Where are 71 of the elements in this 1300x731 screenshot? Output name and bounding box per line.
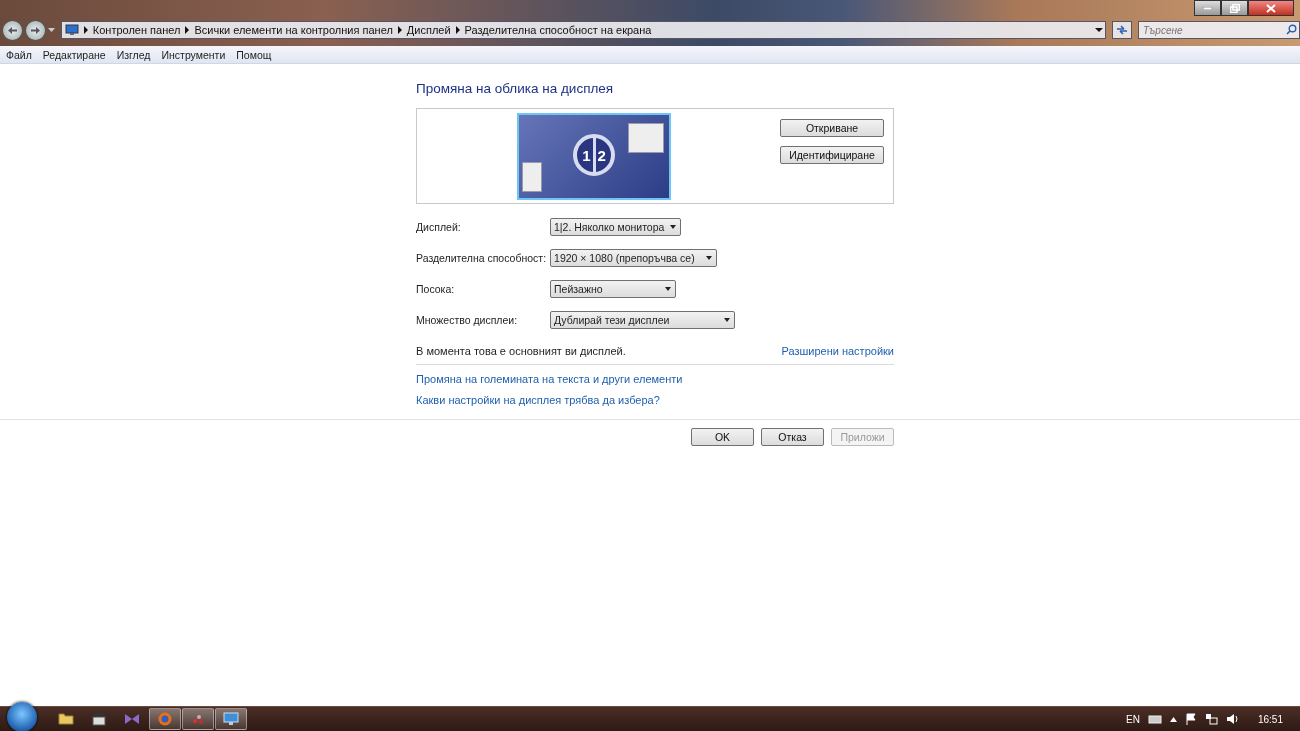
clock[interactable]: 16:51 <box>1257 713 1283 725</box>
menu-item[interactable]: Инструменти <box>161 48 226 61</box>
breadcrumb-item[interactable]: Контролен панел <box>92 24 181 36</box>
monitor-number: 1 <box>581 146 592 164</box>
dropdown-arrow-icon <box>724 318 730 322</box>
menu-item[interactable]: Изглед <box>116 48 151 61</box>
folder-icon <box>58 711 74 727</box>
address-bar[interactable]: Контролен панел Всички елементи на контролния панел Дисплей Разделителна способност на екрана <box>60 21 1107 39</box>
breadcrumb-arrow-icon[interactable] <box>185 26 190 34</box>
bowtie-icon <box>124 711 140 727</box>
search-field[interactable]: Търсене <box>1138 21 1300 39</box>
help-link[interactable]: Промяна на големината на текста и други елементи <box>416 373 683 385</box>
close-button[interactable] <box>1248 0 1294 16</box>
ok-button[interactable]: OK <box>691 428 754 446</box>
breadcrumb-arrow-icon[interactable] <box>83 26 88 34</box>
caret-icon[interactable] <box>47 28 55 32</box>
advanced-settings-link[interactable]: Разширени настройки <box>781 345 894 357</box>
dropdown-arrow-icon <box>670 225 677 229</box>
right-arrow-icon <box>29 25 41 35</box>
dropdown[interactable]: Пейзажно <box>550 280 676 298</box>
breadcrumb-arrow-icon[interactable] <box>397 26 402 34</box>
breadcrumb-arrow-icon[interactable] <box>455 26 460 34</box>
up-arrow-icon[interactable] <box>1169 716 1177 722</box>
breadcrumb-item[interactable]: Разделителна способност на екрана <box>464 24 652 36</box>
menu-item[interactable]: Помощ <box>236 48 272 61</box>
search-icon <box>1286 24 1297 35</box>
help-link[interactable]: Какви настройки на дисплея трябва да избера? <box>416 394 660 406</box>
monitor-icon <box>64 24 79 36</box>
dropdown[interactable]: 1|2. Няколко монитора <box>550 218 682 236</box>
language-indicator[interactable]: EN <box>1126 713 1140 725</box>
back-button[interactable] <box>2 19 23 41</box>
window-thumbnail <box>522 162 542 192</box>
network-icon[interactable] <box>1204 713 1218 725</box>
detect-button[interactable]: Откриване <box>780 119 884 137</box>
setting-label: Разделителна способност: <box>416 252 548 264</box>
identify-button[interactable]: Идентифициране <box>780 146 884 164</box>
arrows-icon <box>1116 25 1129 35</box>
monitor-drawing[interactable]: 1 2 <box>517 113 671 200</box>
setting-label: Посока: <box>416 283 456 295</box>
menu-item[interactable]: Редактиране <box>42 48 106 61</box>
setting-label: Дисплей: <box>416 221 462 233</box>
flag-icon[interactable] <box>1184 713 1197 725</box>
setting-label: Множество дисплеи: <box>416 314 519 326</box>
forward-button[interactable] <box>24 19 46 41</box>
dropdown[interactable]: 1920 × 1080 (препоръчва се) <box>550 249 718 267</box>
dropdown-arrow-icon <box>706 256 713 260</box>
maximize-button[interactable] <box>1221 0 1248 16</box>
minimize-icon <box>1203 6 1212 10</box>
globe-icon <box>157 711 173 727</box>
minimize-button[interactable] <box>1194 0 1221 16</box>
keyboard-icon[interactable] <box>1147 714 1162 724</box>
close-icon <box>1266 3 1276 13</box>
left-arrow-icon <box>6 25 18 35</box>
refresh-button[interactable] <box>1112 21 1132 39</box>
monitor-number: 2 <box>596 146 607 164</box>
monitor-icon <box>223 711 239 727</box>
speaker-icon[interactable] <box>1225 713 1240 725</box>
breadcrumb-item[interactable]: Дисплей <box>406 24 451 36</box>
dropdown-arrow-icon <box>665 287 671 291</box>
breadcrumb-item[interactable]: Всички елементи на контролния панел <box>194 24 393 36</box>
start-button[interactable] <box>7 702 37 731</box>
restore-icon <box>1229 3 1240 13</box>
page-heading: Промяна на облика на дисплея <box>416 81 615 98</box>
dropdown-caret-icon[interactable] <box>1093 25 1106 35</box>
cancel-button[interactable]: Отказ <box>761 428 824 446</box>
status-text: В момента това е основният ви дисплей. <box>416 345 626 357</box>
taskbar-button[interactable] <box>215 708 247 730</box>
dropdown[interactable]: Дублирай тези дисплеи <box>550 311 735 329</box>
menu-item[interactable]: Файл <box>6 48 32 61</box>
window-thumbnail <box>628 123 664 153</box>
clapperboard-icon <box>91 711 107 727</box>
